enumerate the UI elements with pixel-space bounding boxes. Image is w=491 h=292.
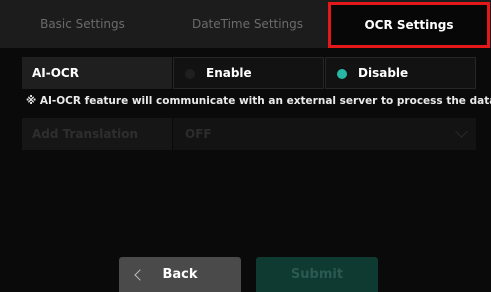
disable-option[interactable]: Disable <box>325 57 476 89</box>
enable-option[interactable]: Enable <box>173 57 324 89</box>
ai-ocr-label: AI-OCR <box>22 57 172 89</box>
tab-bar: Basic Settings DateTime Settings OCR Set… <box>0 0 491 48</box>
radio-selected-icon <box>337 69 347 79</box>
tab-ocr-settings[interactable]: OCR Settings <box>328 2 490 48</box>
ai-ocr-notice: ※ AI-OCR feature will communicate with a… <box>26 95 491 107</box>
translation-row: Add Translation OFF <box>22 118 476 150</box>
tab-datetime-settings[interactable]: DateTime Settings <box>165 0 330 48</box>
submit-label: Submit <box>290 267 344 282</box>
submit-button[interactable]: Submit <box>256 257 378 292</box>
enable-label: Enable <box>206 66 252 80</box>
chevron-down-icon <box>455 125 468 138</box>
translation-select[interactable]: OFF <box>173 118 476 150</box>
translation-value: OFF <box>185 127 212 141</box>
ai-ocr-row: AI-OCR Enable Disable <box>22 57 476 89</box>
translation-label: Add Translation <box>22 118 172 150</box>
back-label: Back <box>162 267 198 282</box>
disable-label: Disable <box>358 66 409 80</box>
back-button[interactable]: Back <box>119 257 241 292</box>
chevron-left-icon <box>134 269 146 281</box>
radio-unselected-icon <box>185 69 195 79</box>
tab-basic-settings[interactable]: Basic Settings <box>0 0 165 48</box>
